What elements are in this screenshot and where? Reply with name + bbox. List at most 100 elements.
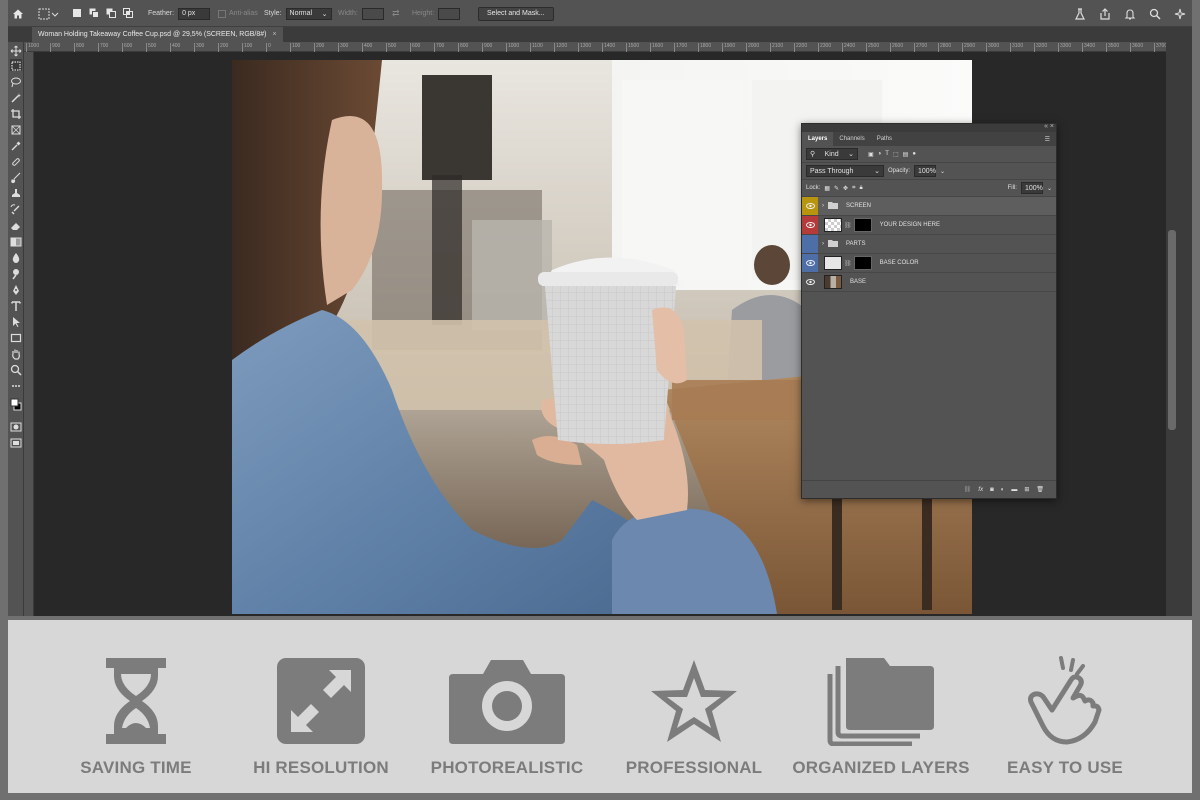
frame-tool-icon[interactable]: [10, 123, 22, 135]
type-tool-icon[interactable]: [10, 299, 22, 311]
pen-tool-icon[interactable]: [10, 283, 22, 295]
lock-position-icon[interactable]: ✥: [843, 185, 848, 192]
tab-channels[interactable]: Channels: [833, 132, 870, 146]
filter-shape-icon[interactable]: ⬚: [893, 151, 899, 158]
eyedropper-icon[interactable]: [10, 139, 22, 151]
height-input[interactable]: [438, 7, 461, 20]
filter-toggle-icon[interactable]: ●: [912, 151, 916, 157]
add-mask-icon[interactable]: ◙: [990, 487, 994, 493]
add-selection-icon[interactable]: [89, 8, 101, 20]
sparkle-icon[interactable]: [1174, 8, 1186, 20]
subtract-selection-icon[interactable]: [106, 8, 118, 20]
selection-mode-icons[interactable]: [72, 0, 135, 27]
gradient-tool-icon[interactable]: [10, 235, 22, 247]
quick-mask-icon[interactable]: [10, 420, 22, 432]
antialias-checkbox[interactable]: [218, 9, 226, 18]
lock-all-icon[interactable]: 🔒︎: [859, 185, 862, 192]
intersect-selection-icon[interactable]: [123, 7, 135, 20]
crop-tool-icon[interactable]: [10, 107, 22, 119]
fx-icon[interactable]: fx: [978, 487, 983, 493]
tab-paths[interactable]: Paths: [871, 132, 898, 146]
expand-group-icon[interactable]: ›: [822, 203, 824, 209]
hand-tool-icon[interactable]: [10, 347, 22, 360]
screen-mode-icon[interactable]: [10, 436, 22, 448]
ruler-tick-label: 1100: [530, 43, 543, 52]
lasso-tool-icon[interactable]: [10, 75, 22, 88]
layer-row-your-design-here[interactable]: ⛓ YOUR DESIGN HERE: [802, 216, 1056, 235]
bell-icon[interactable]: [1124, 8, 1136, 20]
marquee-preset-icon[interactable]: [38, 0, 60, 27]
lock-pixels-icon[interactable]: ✎: [834, 185, 839, 192]
healing-brush-icon[interactable]: [10, 155, 22, 167]
layer-thumbnail[interactable]: [824, 218, 842, 232]
lock-artboard-icon[interactable]: ⌗: [852, 185, 855, 192]
panel-header[interactable]: « ×: [802, 123, 1056, 132]
swap-icon[interactable]: ⇄: [392, 0, 400, 27]
chevron-down-icon[interactable]: ⌄: [1047, 185, 1052, 192]
clone-stamp-icon[interactable]: [10, 187, 22, 199]
panel-menu-icon[interactable]: ☰: [1039, 132, 1056, 146]
document-tab[interactable]: Woman Holding Takeaway Coffee Cup.psd @ …: [32, 27, 283, 42]
visibility-eye-off[interactable]: [802, 235, 818, 253]
expand-group-icon[interactable]: ›: [822, 241, 824, 247]
rectangle-tool-icon[interactable]: [10, 331, 22, 343]
zoom-tool-icon[interactable]: [10, 363, 22, 376]
blend-mode-select[interactable]: Pass Through ⌄: [806, 165, 884, 177]
layer-mask-thumbnail[interactable]: [853, 218, 872, 232]
filter-type-icon[interactable]: T: [885, 151, 889, 157]
filter-pixel-icon[interactable]: ▣: [868, 151, 874, 158]
filter-kind-select[interactable]: ⚲ Kind ⌄: [806, 148, 858, 160]
close-tab-icon[interactable]: ×: [273, 31, 277, 38]
chain-link-icon[interactable]: ⛓: [844, 222, 852, 229]
width-input[interactable]: [361, 7, 384, 20]
tab-layers[interactable]: Layers: [802, 132, 834, 146]
close-panel-icon[interactable]: ×: [1050, 123, 1054, 130]
flask-icon[interactable]: [1074, 7, 1086, 20]
new-layer-icon[interactable]: ⊞: [1024, 486, 1029, 493]
select-and-mask-button[interactable]: Select and Mask...: [478, 6, 554, 21]
share-icon[interactable]: [1099, 7, 1111, 20]
marquee-tool-icon[interactable]: [10, 59, 22, 71]
color-swatches-icon[interactable]: [10, 397, 22, 411]
more-tools-icon[interactable]: [10, 379, 22, 391]
eraser-icon[interactable]: [10, 219, 22, 231]
filter-adjustment-icon[interactable]: ◑: [878, 151, 882, 157]
opacity-input[interactable]: 100%: [914, 165, 937, 177]
ruler-tick-label: 800: [74, 43, 84, 52]
layer-thumbnail[interactable]: [824, 256, 842, 270]
layer-thumbnail[interactable]: [824, 275, 842, 289]
layer-row-base-color[interactable]: ⛓ BASE COLOR: [802, 254, 1056, 273]
move-tool-icon[interactable]: [10, 44, 22, 57]
layer-row-base[interactable]: BASE: [802, 273, 1056, 292]
brush-tool-icon[interactable]: [10, 171, 22, 184]
chain-link-icon[interactable]: ⛓: [844, 260, 852, 267]
link-layers-icon[interactable]: ⛓: [964, 486, 972, 493]
style-select[interactable]: Normal ⌄: [285, 7, 332, 20]
collapse-panel-icon[interactable]: «: [1044, 123, 1048, 130]
magic-wand-icon[interactable]: [10, 91, 22, 103]
filter-smart-icon[interactable]: ▤: [903, 151, 909, 158]
history-brush-icon[interactable]: [10, 203, 22, 215]
home-icon[interactable]: [12, 0, 24, 27]
visibility-eye-icon[interactable]: [802, 254, 818, 272]
blur-tool-icon[interactable]: [10, 251, 22, 263]
layer-row-screen[interactable]: › SCREEN: [802, 197, 1056, 216]
layer-row-parts[interactable]: › PARTS: [802, 235, 1056, 254]
chevron-down-icon[interactable]: ⌄: [940, 168, 945, 175]
scrollbar-thumb[interactable]: [1168, 230, 1176, 430]
adjustment-layer-icon[interactable]: ◐: [1001, 487, 1005, 493]
visibility-eye-icon[interactable]: [802, 197, 818, 215]
new-group-icon[interactable]: ▬: [1011, 487, 1017, 493]
dodge-tool-icon[interactable]: [10, 267, 22, 280]
layer-mask-thumbnail[interactable]: [853, 256, 872, 270]
ruler-tick-label: 1700: [674, 43, 687, 52]
visibility-eye-icon[interactable]: [802, 216, 818, 234]
trash-icon[interactable]: 🗑︎: [1036, 486, 1044, 493]
search-icon[interactable]: [1149, 8, 1161, 20]
new-selection-icon[interactable]: [72, 8, 84, 20]
feather-input[interactable]: 0 px: [178, 7, 211, 20]
lock-transparent-icon[interactable]: ▦: [824, 185, 830, 192]
fill-input[interactable]: 100%: [1020, 182, 1043, 194]
path-selection-icon[interactable]: [10, 315, 22, 327]
visibility-eye-icon[interactable]: [802, 273, 818, 291]
